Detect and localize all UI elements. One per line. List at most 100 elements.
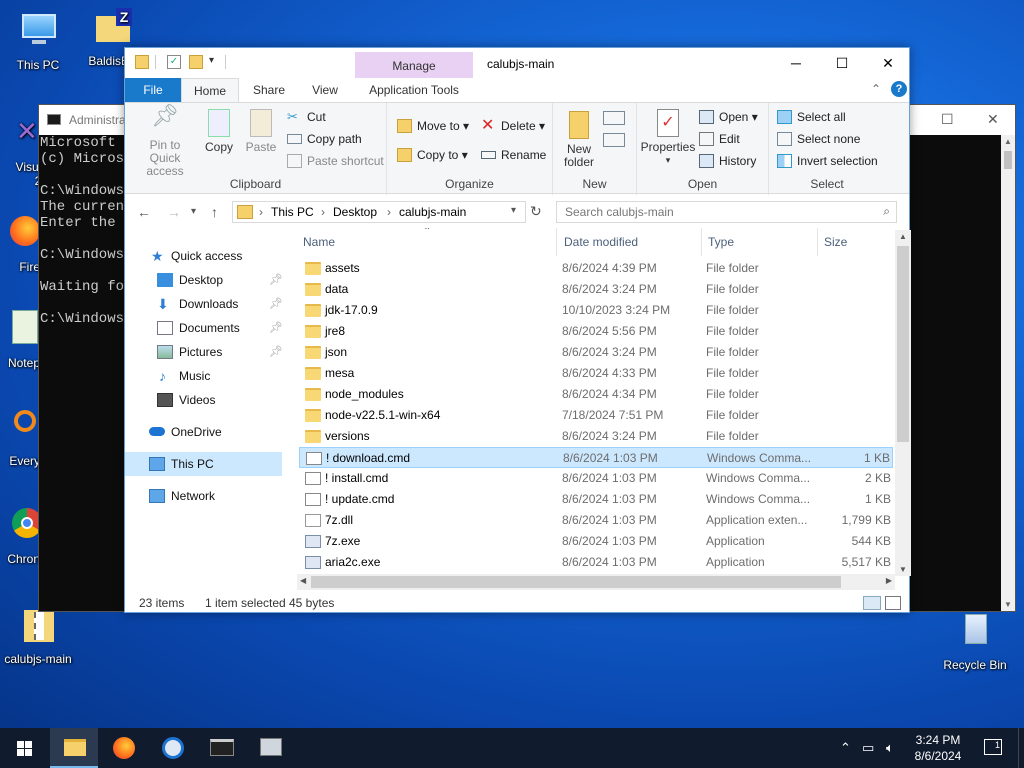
file-row[interactable]: jdk-17.0.9 10/10/2023 3:24 PM File folder <box>299 300 893 321</box>
breadcrumb-this-pc[interactable]: This PC <box>271 205 314 219</box>
properties-button[interactable]: ✓ Properties ▾ <box>639 109 697 167</box>
forward-icon[interactable]: → <box>167 204 181 220</box>
select-none-button[interactable]: Select none <box>777 129 860 149</box>
file-row[interactable]: 7z.exe 8/6/2024 1:03 PM Application 544 KB <box>299 531 893 552</box>
copy-button[interactable]: Copy <box>201 109 237 154</box>
close-icon[interactable]: ✕ <box>987 111 999 128</box>
column-header-name[interactable]: Name <box>297 228 557 256</box>
new-folder-icon[interactable] <box>189 55 203 69</box>
file-row[interactable]: node-v22.5.1-win-x64 7/18/2024 7:51 PM Fil… <box>299 405 893 426</box>
invert-selection-button[interactable]: Invert selection <box>777 151 878 171</box>
nav-item-this-pc[interactable]: This PC <box>125 452 282 476</box>
column-header-size[interactable]: Size <box>818 228 895 256</box>
file-row[interactable]: ! update.cmd 8/6/2024 1:03 PM Windows Comm… <box>299 489 893 510</box>
select-all-button[interactable]: Select all <box>777 107 846 127</box>
console-scrollbar[interactable]: ▲ ▼ <box>1001 135 1015 611</box>
pin-icon[interactable]: 📌︎ <box>269 316 283 340</box>
tab-file[interactable]: File <box>125 78 181 102</box>
file-explorer-window[interactable]: ✓ ▾ Manage calubjs-main ─ ☐ ✕ File Home … <box>124 47 911 613</box>
nav-item-network[interactable]: Network <box>125 484 282 508</box>
new-item-icon[interactable] <box>603 111 625 125</box>
file-row[interactable]: versions 8/6/2024 3:24 PM File folder <box>299 426 893 447</box>
rename-button[interactable]: Rename <box>481 145 546 165</box>
scroll-down-icon[interactable]: ▼ <box>899 565 907 574</box>
vertical-scrollbar[interactable]: ▲ ▼ <box>895 230 911 576</box>
column-header-date-modified[interactable]: Date modified <box>558 228 702 256</box>
tab-view[interactable]: View <box>297 78 353 102</box>
notifications-icon[interactable]: 1 <box>984 739 1002 755</box>
nav-item-desktop[interactable]: Desktop 📌︎ <box>125 268 283 292</box>
this-pc-desktop-icon[interactable]: This PC <box>0 10 76 72</box>
tab-share[interactable]: Share <box>241 78 297 102</box>
calubjs-main-desktop-icon[interactable]: calubjs-main <box>0 604 76 666</box>
delete-button[interactable]: ✕ Delete ▾ <box>481 116 545 136</box>
file-row[interactable]: mesa 8/6/2024 4:33 PM File folder <box>299 363 893 384</box>
pin-icon[interactable]: 📌︎ <box>269 292 283 316</box>
breadcrumb-desktop[interactable]: Desktop <box>333 205 377 219</box>
maximize-icon[interactable]: ☐ <box>819 48 865 78</box>
clock[interactable]: 3:24 PM 8/6/2024 <box>906 732 970 764</box>
horizontal-scroll-thumb[interactable] <box>311 576 841 588</box>
scroll-up-icon[interactable]: ▲ <box>899 232 907 241</box>
firefox-desktop-icon[interactable]: Fire <box>0 212 40 274</box>
chevron-up-icon[interactable]: ⌃ <box>840 740 851 756</box>
file-row[interactable]: 7z.dll 8/6/2024 1:03 PM Application exten.… <box>299 510 893 531</box>
manage-context-tab[interactable]: Manage <box>355 52 473 78</box>
copy-to-button[interactable]: Copy to ▾ <box>397 145 468 165</box>
back-icon[interactable]: ← <box>137 204 151 220</box>
column-header-type[interactable]: Type <box>702 228 818 256</box>
up-icon[interactable]: ↑ <box>211 204 218 220</box>
cut-button[interactable]: ✂ Cut <box>287 107 326 127</box>
file-row[interactable]: data 8/6/2024 3:24 PM File folder <box>299 279 893 300</box>
nav-item-quick-access[interactable]: ★ Quick access <box>125 244 282 268</box>
breadcrumb-calubjs-main[interactable]: calubjs-main <box>399 205 466 219</box>
pin-to-quick-access-button[interactable]: 📌︎ Pin to Quick access <box>129 105 201 178</box>
file-row[interactable]: ! download.cmd 8/6/2024 1:03 PM Windows Co… <box>299 447 893 468</box>
taskbar-terminal[interactable] <box>198 728 246 768</box>
explorer-title-bar[interactable]: ✓ ▾ Manage calubjs-main ─ ☐ ✕ <box>125 48 909 78</box>
maximize-icon[interactable]: ☐ <box>941 111 954 128</box>
address-bar[interactable]: › This PC › Desktop › calubjs-main ▾ <box>232 201 526 223</box>
customize-toolbar-icon[interactable]: ▾ <box>209 55 214 66</box>
file-row[interactable]: assets 8/6/2024 4:39 PM File folder <box>299 258 893 279</box>
show-desktop-button[interactable] <box>1018 728 1024 768</box>
move-to-button[interactable]: Move to ▾ <box>397 116 469 136</box>
file-row[interactable]: jre8 8/6/2024 5:56 PM File folder <box>299 321 893 342</box>
new-folder-button[interactable]: New folder <box>559 111 599 169</box>
collapse-ribbon-icon[interactable]: ⌃ <box>871 82 881 96</box>
nav-item-downloads[interactable]: ⬇ Downloads 📌︎ <box>125 292 283 316</box>
scroll-left-icon[interactable]: ◀ <box>300 576 306 585</box>
everything-desktop-icon[interactable]: Every <box>0 406 40 468</box>
edit-button[interactable]: Edit <box>699 129 740 149</box>
pin-icon[interactable]: 📌︎ <box>269 268 283 292</box>
pin-icon[interactable]: 📌︎ <box>269 340 283 364</box>
properties-icon[interactable]: ✓ <box>167 55 181 69</box>
vertical-scroll-thumb[interactable] <box>897 246 909 442</box>
start-button[interactable] <box>0 728 48 768</box>
refresh-icon[interactable]: ↻ <box>530 203 542 220</box>
tab-home[interactable]: Home <box>181 78 239 103</box>
file-row[interactable]: json 8/6/2024 3:24 PM File folder <box>299 342 893 363</box>
recycle-bin-desktop-icon[interactable]: Recycle Bin <box>936 610 1014 672</box>
minimize-icon[interactable]: ─ <box>773 48 819 78</box>
details-view-icon[interactable] <box>863 596 881 610</box>
nav-item-videos[interactable]: Videos <box>125 388 282 412</box>
search-input[interactable]: Search calubjs-main ⌕ <box>556 201 897 223</box>
address-dropdown-icon[interactable]: ▾ <box>511 205 516 216</box>
history-button[interactable]: History <box>699 151 756 171</box>
horizontal-scrollbar[interactable]: ◀ ▶ <box>297 574 895 590</box>
scroll-right-icon[interactable]: ▶ <box>886 576 892 585</box>
nav-item-documents[interactable]: Documents 📌︎ <box>125 316 283 340</box>
taskbar-firefox[interactable] <box>100 728 148 768</box>
taskbar-file-explorer[interactable] <box>50 728 98 768</box>
easy-access-icon[interactable] <box>603 133 625 147</box>
notepad-desktop-icon[interactable]: Notep <box>0 308 40 370</box>
taskbar-chrome[interactable] <box>150 728 198 768</box>
file-row[interactable]: aria2c.exe 8/6/2024 1:03 PM Application 5,5… <box>299 552 893 573</box>
volume-muted-icon[interactable]: 🔈︎ <box>886 740 894 756</box>
paste-shortcut-button[interactable]: Paste shortcut <box>287 151 384 171</box>
file-row[interactable]: node_modules 8/6/2024 4:34 PM File folder <box>299 384 893 405</box>
nav-item-music[interactable]: ♪ Music <box>125 364 282 388</box>
recent-locations-icon[interactable]: ▾ <box>191 206 196 217</box>
close-icon[interactable]: ✕ <box>865 48 911 78</box>
